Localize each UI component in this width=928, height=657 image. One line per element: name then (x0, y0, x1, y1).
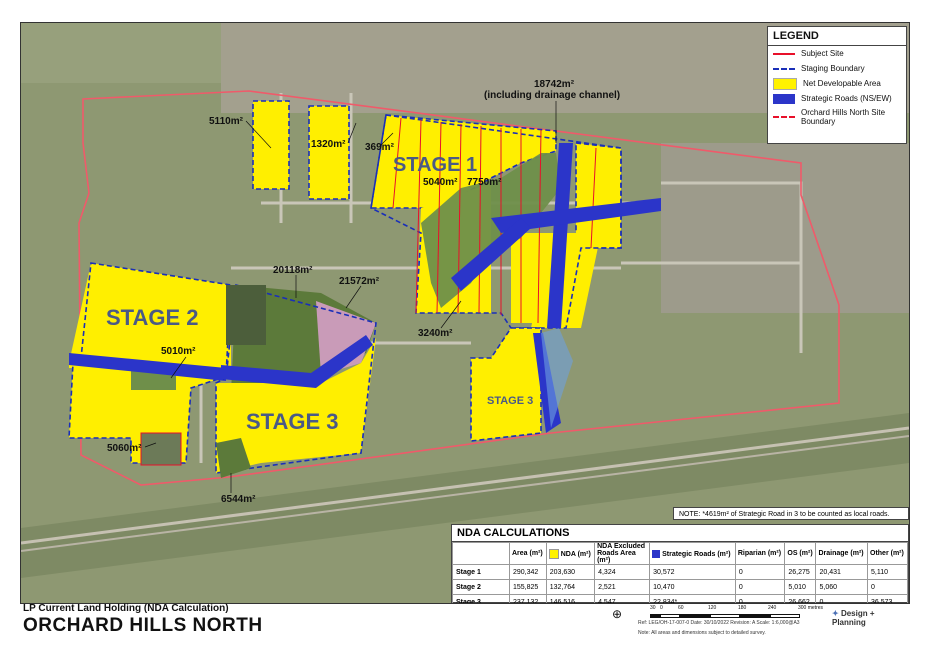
legend-swatch-nda (773, 77, 797, 90)
nda-table: Area (m²) NDA (m²) NDA Excluded Roads Ar… (452, 542, 908, 603)
map-frame: STAGE 1 STAGE 2 STAGE 3 STAGE 3 5110m² 1… (20, 22, 910, 604)
north-arrow-icon: ⊕ (612, 607, 623, 621)
title-block: LP Current Land Holding (NDA Calculation… (20, 603, 908, 655)
area-label-20118: 20118m² (273, 265, 313, 276)
nda-cell: 5,060 (815, 579, 868, 595)
area-label-7750: 7750m² (467, 177, 502, 188)
nda-cell: 4,324 (594, 564, 651, 580)
nda-cell: 26,275 (784, 564, 817, 580)
stage-label-2: STAGE 2 (106, 305, 199, 330)
scale-seg (710, 614, 740, 618)
nda-calculations-table: NDA CALCULATIONS Area (m²) NDA (m²) NDA … (451, 524, 909, 603)
area-label-369: 369m² (365, 142, 395, 153)
map-title: ORCHARD HILLS NORTH (23, 615, 263, 636)
nda-cell: 0 (734, 579, 786, 595)
legend-label: Net Developable Area (803, 79, 881, 88)
scale-seg (770, 614, 800, 618)
scale-seg (680, 614, 710, 618)
legend-label: Subject Site (801, 49, 844, 58)
area-label-6544: 6544m² (221, 494, 256, 505)
nda-row-label: Stage 2 (452, 579, 510, 595)
nda-header-text: Strategic Roads (m²) (662, 550, 731, 558)
nda-cell: 203,630 (545, 564, 596, 580)
area-label-5060: 5060m² (107, 443, 142, 454)
nda-header-cell: Strategic Roads (m²) (649, 542, 736, 565)
nda-row-stage-1: Stage 1 290,342 203,630 4,324 30,572 0 2… (452, 564, 908, 580)
legend-item-strategic-roads: Strategic Roads (NS/EW) (768, 91, 906, 106)
nda-cell: 155,825 (509, 579, 547, 595)
stage-label-3: STAGE 3 (246, 409, 339, 434)
scale-tick: 180 (738, 605, 747, 611)
nda-header-cell: Other (m²) (867, 542, 908, 565)
map-subtitle: LP Current Land Holding (NDA Calculation… (23, 603, 229, 614)
stage-label-3-east: STAGE 3 (487, 395, 533, 407)
area-label-18742-note: (including drainage channel) (484, 90, 620, 101)
nda-header-cell: Riparian (m²) (734, 542, 786, 565)
area-label-3240: 3240m² (418, 328, 453, 339)
nda-header-cell: Area (m²) (509, 542, 547, 565)
legend-label: Staging Boundary (801, 64, 865, 73)
area-label-21572: 21572m² (339, 276, 380, 287)
nda-header-cell: OS (m²) (784, 542, 817, 565)
scale-seg (660, 614, 680, 618)
legend-swatch-site-boundary (773, 116, 795, 118)
legend-title: LEGEND (768, 27, 906, 46)
nda-header-text: NDA (m²) (560, 550, 591, 558)
nda-header-cell: Drainage (m²) (815, 542, 868, 565)
nda-cell: 0 (734, 564, 786, 580)
nda-cell: 132,764 (545, 579, 596, 595)
nda-cell: 0 (867, 579, 908, 595)
nda-header-cell: NDA Excluded Roads Area (m²) (594, 542, 651, 565)
nda-header-cell (452, 542, 510, 565)
scale-tick: 0 (660, 605, 663, 611)
nda-cell: 10,470 (649, 579, 736, 595)
nda-cell: 5,010 (784, 579, 817, 595)
strategic-chip (652, 549, 661, 558)
area-label-5040: 5040m² (423, 177, 458, 188)
legend-label: Orchard Hills North Site Boundary (801, 108, 886, 126)
nda-row-label: Stage 1 (452, 564, 510, 580)
scale-seg (740, 614, 770, 618)
legend-swatch-staging-boundary (773, 67, 795, 70)
legend-item-nda: Net Developable Area (768, 76, 906, 91)
nda-cell: 5,110 (867, 564, 908, 580)
drawing-footnote: Note: All areas and dimensions subject t… (638, 630, 766, 636)
legend-label: Strategic Roads (NS/EW) (801, 94, 892, 103)
area-label-5110: 5110m² (209, 116, 244, 127)
area-label-5010: 5010m² (161, 346, 196, 357)
legend-swatch-subject-site (773, 52, 795, 55)
stage-label-1: STAGE 1 (393, 154, 477, 176)
scale-tick: 300 metres (798, 605, 824, 611)
legend-item-staging-boundary: Staging Boundary (768, 61, 906, 76)
suburb-east (661, 143, 909, 313)
legend-swatch-strategic-roads (773, 93, 795, 104)
strategic-road-note: NOTE: *4619m² of Strategic Road in 3 to … (673, 507, 909, 520)
area-label-18742: 18742m² (534, 79, 575, 90)
nda-row-stage-2: Stage 2 155,825 132,764 2,521 10,470 0 5… (452, 579, 908, 595)
nda-header-row: Area (m²) NDA (m²) NDA Excluded Roads Ar… (452, 542, 908, 565)
company-logo: ✦ Design + Planning (832, 609, 908, 627)
logo-icon: ✦ (832, 609, 841, 618)
drawing-reference: Ref: LEG/OH-17-007-0 Date: 30/10/2022 Re… (638, 620, 800, 626)
legend-item-subject-site: Subject Site (768, 46, 906, 61)
nda-title: NDA CALCULATIONS (452, 525, 908, 542)
scale-tick: 60 (678, 605, 684, 611)
scale-tick: 240 (768, 605, 777, 611)
scale-tick: 120 (708, 605, 717, 611)
nda-chip (548, 548, 559, 559)
legend: LEGEND Subject Site Staging Boundary Net… (767, 26, 907, 144)
nda-cell: 30,572 (649, 564, 736, 580)
nda-cell: 20,431 (815, 564, 868, 580)
legend-item-site-boundary: Orchard Hills North Site Boundary (768, 106, 906, 128)
field-nw (21, 23, 221, 83)
nda-header-cell: NDA (m²) (545, 542, 596, 565)
area-label-1320: 1320m² (311, 139, 346, 150)
nda-cell: 290,342 (509, 564, 547, 580)
nda-cell: 2,521 (594, 579, 651, 595)
scale-seg (650, 614, 660, 618)
scale-tick: 30 (650, 605, 656, 611)
scale-bar: 30 0 60 120 180 240 300 metres (650, 605, 830, 619)
